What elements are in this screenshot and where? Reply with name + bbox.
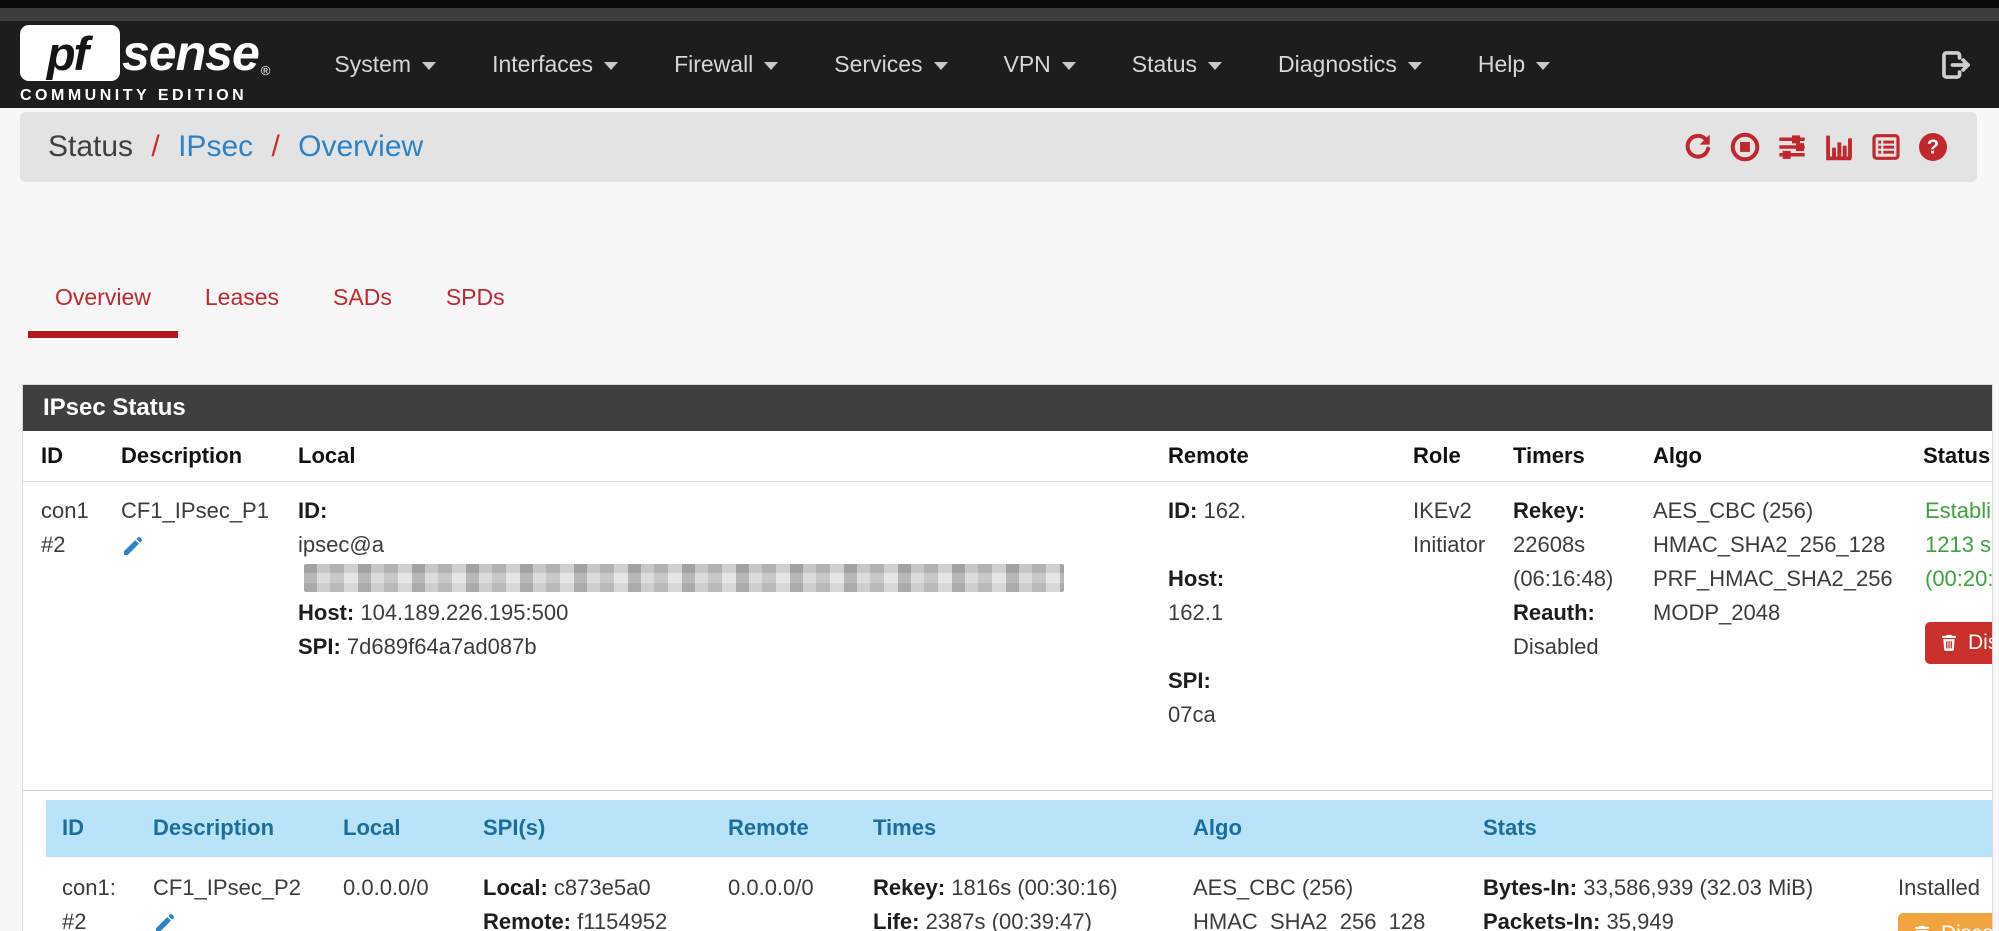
cell-spis: Local: c873e5a0 Remote: f1154952 xyxy=(471,857,716,931)
cell-stats: Bytes-In: 33,586,939 (32.03 MiB) Packets… xyxy=(1471,857,1886,931)
nav-item-interfaces[interactable]: Interfaces xyxy=(464,33,646,96)
cell-remote: 0.0.0.0/0 xyxy=(716,857,861,931)
nav-item-vpn[interactable]: VPN xyxy=(976,33,1104,96)
redacted-value xyxy=(1173,633,1363,659)
cell-local: ID: ipsec@a Host: 104.189.226.195:500 SP… xyxy=(286,481,1156,790)
chevron-down-icon xyxy=(1536,62,1550,70)
refresh-icon[interactable] xyxy=(1682,131,1714,163)
ipsec-status-panel: IPsec Status ID Description Local Remote… xyxy=(22,384,1993,931)
col-id: ID xyxy=(46,800,141,857)
cell-times: Rekey: 1816s (00:30:16) Life: 2387s (00:… xyxy=(861,857,1181,931)
tab-overview[interactable]: Overview xyxy=(28,230,178,338)
nav-item-diagnostics[interactable]: Diagnostics xyxy=(1250,33,1450,96)
trash-icon xyxy=(1912,923,1932,931)
cell-timers: Rekey: 22608s (06:16:48) Reauth: Disable… xyxy=(1501,481,1641,790)
status-established: Established xyxy=(1925,494,1993,528)
disconnect-button[interactable]: Disconnect xyxy=(1925,622,1993,664)
chevron-down-icon xyxy=(1208,62,1222,70)
cell-role: IKEv2 Initiator xyxy=(1401,481,1501,790)
redacted-value xyxy=(304,564,1064,592)
col-id: ID xyxy=(23,431,109,481)
nav-item-help[interactable]: Help xyxy=(1450,33,1578,96)
stop-icon[interactable] xyxy=(1729,131,1761,163)
cell-description: CF1_IPsec_P2 xyxy=(141,857,331,931)
cell-algo: AES_CBC (256) HMAC_SHA2_256_128 PRF_HMAC… xyxy=(1641,481,1913,790)
col-local: Local xyxy=(331,800,471,857)
redacted-value xyxy=(1173,735,1353,761)
col-times: Times xyxy=(861,800,1181,857)
sign-out-icon xyxy=(1939,48,1973,82)
registered-mark: ® xyxy=(261,63,271,78)
help-icon[interactable]: ? xyxy=(1917,131,1949,163)
filter-sliders-icon[interactable] xyxy=(1776,131,1808,163)
chevron-down-icon xyxy=(422,62,436,70)
col-child-status xyxy=(1886,800,1993,857)
trash-icon xyxy=(1939,632,1959,653)
col-local: Local xyxy=(286,431,1156,481)
breadcrumb-bar: Status / IPsec / Overview xyxy=(20,112,1977,182)
child-header-row: ID Description Local SPI(s) Remote Times… xyxy=(46,800,1993,857)
top-navbar: pf sense ® COMMUNITY EDITION System Inte… xyxy=(0,21,1999,108)
col-description: Description xyxy=(141,800,331,857)
cell-child-status: Installed Disconnect xyxy=(1886,857,1993,931)
col-algo: Algo xyxy=(1641,431,1913,481)
col-stats: Stats xyxy=(1471,800,1886,857)
col-algo: Algo xyxy=(1181,800,1471,857)
logout-button[interactable] xyxy=(1939,48,1973,82)
edit-pencil-icon[interactable] xyxy=(153,911,177,931)
cell-algo: AES_CBC (256) HMAC_SHA2_256_128 IPComp: … xyxy=(1181,857,1471,931)
redacted-value xyxy=(1173,531,1323,557)
cell-id: con1 #2 xyxy=(23,481,109,790)
nav-item-status[interactable]: Status xyxy=(1104,33,1250,96)
cell-description: CF1_IPsec_P1 xyxy=(109,481,286,790)
bar-chart-icon[interactable] xyxy=(1823,131,1855,163)
status-installed: Installed xyxy=(1898,871,1993,905)
cell-status: Established 1213 seconds (00:20:13) Disc… xyxy=(1913,481,1993,790)
ike-header-row: ID Description Local Remote Role Timers … xyxy=(23,431,1993,481)
breadcrumb: Status / IPsec / Overview xyxy=(48,130,423,164)
child-sa-row: con1: #2 CF1_IPsec_P2 0.0.0.0/0 Local: c… xyxy=(46,857,1993,931)
log-list-icon[interactable] xyxy=(1870,131,1902,163)
community-edition-label: COMMUNITY EDITION xyxy=(20,87,270,105)
nav-item-system[interactable]: System xyxy=(306,33,464,96)
col-timers: Timers xyxy=(1501,431,1641,481)
col-remote: Remote xyxy=(1156,431,1401,481)
window-top-strip xyxy=(0,0,1999,8)
pfsense-logo[interactable]: pf sense ® COMMUNITY EDITION xyxy=(20,24,270,105)
col-status: Status xyxy=(1913,431,1993,481)
nav-item-services[interactable]: Services xyxy=(806,33,975,96)
chevron-down-icon xyxy=(764,62,778,70)
col-description: Description xyxy=(109,431,286,481)
tab-bar: Overview Leases SADs SPDs xyxy=(28,230,1999,338)
nav-item-firewall[interactable]: Firewall xyxy=(646,33,806,96)
sense-logo-text: sense xyxy=(122,24,259,82)
edit-pencil-icon[interactable] xyxy=(121,534,145,558)
disconnect-child-button[interactable]: Disconnect xyxy=(1898,913,1993,931)
col-remote: Remote xyxy=(716,800,861,857)
cell-local: 0.0.0.0/0 xyxy=(331,857,471,931)
col-spis: SPI(s) xyxy=(471,800,716,857)
breadcrumb-section: Status xyxy=(48,130,133,163)
tab-spds[interactable]: SPDs xyxy=(419,230,532,338)
breadcrumb-link-ipsec[interactable]: IPsec xyxy=(178,130,253,163)
chevron-down-icon xyxy=(604,62,618,70)
svg-text:?: ? xyxy=(1927,137,1939,159)
ike-sa-table: ID Description Local Remote Role Timers … xyxy=(23,431,1993,791)
chevron-down-icon xyxy=(934,62,948,70)
breadcrumb-link-overview[interactable]: Overview xyxy=(298,130,423,163)
main-menu: System Interfaces Firewall Services VPN … xyxy=(306,33,1939,96)
page-action-icons: ? xyxy=(1682,131,1949,163)
child-sa-table: ID Description Local SPI(s) Remote Times… xyxy=(46,800,1993,931)
tab-sads[interactable]: SADs xyxy=(306,230,419,338)
chevron-down-icon xyxy=(1062,62,1076,70)
ike-sa-row: con1 #2 CF1_IPsec_P1 ID: ipsec@a Host: 1… xyxy=(23,481,1993,790)
cell-remote: ID: 162. Host: 162.1 SPI: 07ca xyxy=(1156,481,1401,790)
pf-logo-mark: pf xyxy=(20,25,120,81)
panel-title: IPsec Status xyxy=(23,385,1992,431)
cell-id: con1: #2 xyxy=(46,857,141,931)
col-role: Role xyxy=(1401,431,1501,481)
tab-leases[interactable]: Leases xyxy=(178,230,306,338)
window-title-strip xyxy=(0,8,1999,21)
chevron-down-icon xyxy=(1408,62,1422,70)
